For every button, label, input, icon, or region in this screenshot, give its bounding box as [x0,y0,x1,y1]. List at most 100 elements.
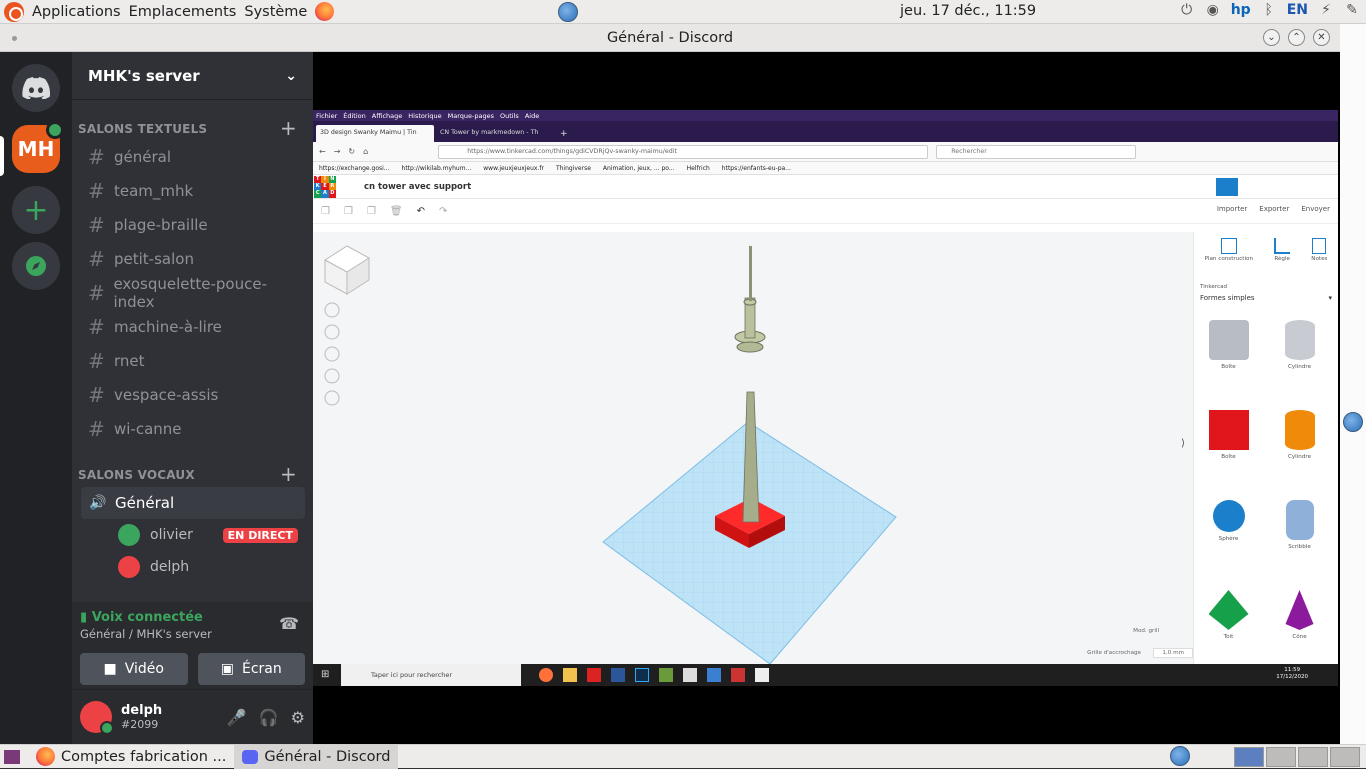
copy-icon: ❐ [321,205,330,217]
voice-status[interactable]: ▮ Voix connectée [80,610,305,625]
bottom-panel: Comptes fabrication ... Général - Discor… [0,744,1366,769]
globe-icon[interactable] [558,2,578,22]
firefox-launcher-icon[interactable] [315,2,335,21]
minimize-button[interactable]: ⌄ [1263,29,1280,46]
window-menu-dot[interactable] [12,36,17,41]
compass-icon [26,256,46,276]
firefox-menubar: Fichier Édition Affichage Historique Mar… [313,110,1338,121]
channel-vespace-assis[interactable]: # vespace-assis [88,379,304,411]
shapes-panel: Plan construction Règle Notes Tinkercad … [1193,232,1338,664]
workspace-1[interactable] [1234,747,1264,767]
explore-servers-button[interactable] [12,242,60,290]
channel-label: exosquelette-pouce-index [113,275,267,311]
redo-icon: ↷ [439,205,448,217]
shape-swatch [1208,590,1249,630]
screen-label: Écran [241,661,282,677]
headphones-icon[interactable]: 🎧 [259,708,279,727]
taskbar-item-discord[interactable]: Général - Discord [234,744,399,769]
workspace-4[interactable] [1330,747,1360,767]
close-button[interactable]: ✕ [1313,29,1330,46]
video-button[interactable]: ■ Vidéo [80,653,188,685]
explorer-task-icon [563,668,577,682]
reload-icon: ↻ [348,147,356,156]
taskbar-item-firefox[interactable]: Comptes fabrication ... [28,745,234,769]
show-desktop-icon[interactable] [4,749,20,764]
discord-home-button[interactable] [12,64,60,112]
window-titlebar: Général - Discord ⌄ ⌃ ✕ [0,24,1340,52]
clock[interactable]: jeu. 17 déc., 11:59 [900,3,1036,19]
user-panel: delph #2099 🎤 🎧 ⚙ [72,690,313,744]
channel-wi-canne[interactable]: # wi-canne [88,413,304,445]
bluetooth-icon[interactable]: ᛒ [1261,2,1277,18]
video-label: Vidéo [124,661,164,677]
hash-icon: # [88,349,105,373]
acrobat-task-icon [587,668,601,682]
tools-icon[interactable]: ✎ [1344,2,1360,18]
channel-general[interactable]: # général [88,141,304,173]
text-category-header[interactable]: SALONS TEXTUELS + [78,116,303,140]
screen-share-stream[interactable]: Fichier Édition Affichage Historique Mar… [313,52,1340,744]
window-title: Général - Discord [606,30,734,46]
voice-user-delph[interactable]: delph [118,556,298,578]
avatar [118,556,140,578]
power-icon[interactable]: ⏻ [1179,2,1195,18]
voice-channel-general[interactable]: 🔊 Général [81,487,305,519]
maximize-button[interactable]: ⌃ [1288,29,1305,46]
add-text-channel-icon[interactable]: + [280,116,297,140]
ff-menu-item: Marque-pages [447,111,495,120]
globe-icon[interactable] [1170,746,1190,766]
desktop-globe-icon[interactable] [1343,412,1363,432]
shape-box-grey: Boîte [1204,320,1253,370]
channel-plage-braille[interactable]: # plage-braille [88,209,304,241]
bookmark: Helfrich [686,164,710,172]
menu-systeme[interactable]: Système [244,4,307,20]
shape-cylinder-grey: Cylindre [1275,320,1324,370]
menu-applications[interactable]: Applications [32,4,121,20]
hash-icon: # [88,281,105,305]
library-select: Formes simples ▾ [1200,294,1332,302]
workspace-2[interactable] [1266,747,1296,767]
taskbar-label: Comptes fabrication ... [61,748,227,765]
windows-start-icon: ⊞ [321,669,330,680]
channel-petit-salon[interactable]: # petit-salon [88,243,304,275]
server-header[interactable]: MHK's server ⌄ [72,52,313,100]
duplicate-icon: ❐ [366,205,376,217]
bookmark: https://enfants-eu-pa... [721,164,791,172]
add-voice-channel-icon[interactable]: + [280,462,297,486]
settings-gear-icon[interactable]: ⚙ [291,708,305,727]
workspace-3[interactable] [1298,747,1328,767]
user-info[interactable]: delph #2099 [121,703,162,731]
channel-exosquelette[interactable]: # exosquelette-pouce-index [88,275,304,311]
hash-icon: # [88,315,105,339]
microphone-icon[interactable]: 🎤 [227,708,247,727]
keyboard-layout[interactable]: EN [1287,2,1308,18]
photos-task-icon [707,668,721,682]
screen-share-button[interactable]: ▣ Écran [197,653,305,685]
voice-channel-label: Général [115,494,175,512]
disconnect-icon[interactable]: ☎ [279,614,299,633]
shape-sphere: Sphère [1204,500,1253,550]
minecraft-task-icon [659,668,673,682]
user-avatar[interactable] [80,701,114,735]
hp-icon[interactable]: hp [1231,2,1251,18]
shared-screen: Fichier Édition Affichage Historique Mar… [313,110,1338,686]
home-icon: ⌂ [363,147,369,156]
speaker-badge-icon [46,121,64,139]
menu-emplacements[interactable]: Emplacements [129,4,237,20]
server-icon-mhk[interactable]: MH [12,121,64,173]
channel-team-mhk[interactable]: # team_mhk [88,175,304,207]
add-server-button[interactable]: + [12,186,60,234]
shape-swatch [1208,320,1249,360]
voice-location[interactable]: Général / MHK's server [80,627,305,641]
voice-user-olivier[interactable]: olivier EN DIRECT [118,524,298,546]
bookmark: Animation, jeux, ... po... [602,164,675,172]
channel-rnet[interactable]: # rnet [88,345,304,377]
paste-icon: ❐ [343,205,353,217]
cn-tower-scene [324,245,897,665]
ubuntu-logo-icon[interactable] [4,1,24,22]
channel-machine-a-lire[interactable]: # machine-à-lire [88,311,304,343]
voice-category-header[interactable]: SALONS VOCAUX + [78,462,303,486]
network-icon[interactable]: ⚡ [1318,2,1334,18]
system-tray: ⏻ ◉ hp ᛒ EN ⚡ ✎ [1179,2,1360,18]
discord-tray-icon[interactable]: ◉ [1205,2,1221,18]
